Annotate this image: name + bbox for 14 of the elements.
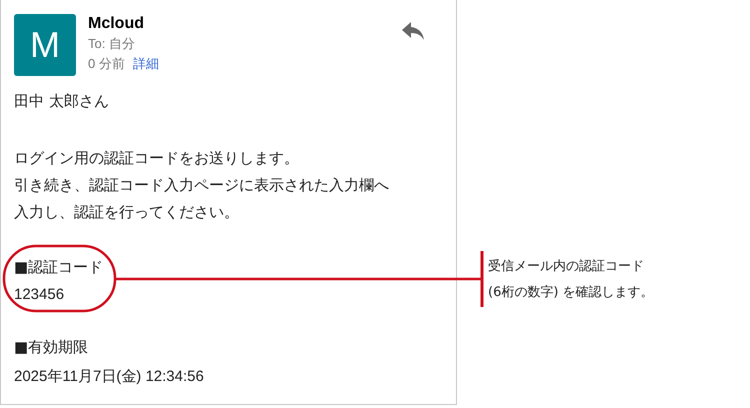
details-link[interactable]: 詳細 — [132, 54, 159, 74]
expiry-label: ■有効期限 — [14, 337, 88, 358]
verification-code: 123456 — [14, 285, 64, 305]
marker-bar — [480, 251, 484, 307]
message-paragraph: ログイン用の認証コードをお送りします。 引き続き、認証コード入力ページに表示された入力欄へ 入力し、認証を行ってください。 — [14, 148, 389, 223]
recipient-text: To: 自分 — [88, 35, 136, 53]
expiry-date: 2025年11月7日(金) 12:34:56 — [14, 367, 204, 387]
reply-icon[interactable] — [401, 22, 425, 42]
time-text: 0 分前 — [88, 55, 125, 73]
annotation-text: 受信メール内の認証コード (6桁の数字) を確認します。 — [488, 258, 654, 302]
code-label: ■認証コード — [14, 257, 104, 278]
sender-name: Mcloud — [88, 14, 144, 34]
sender-avatar: M — [14, 14, 76, 76]
greeting-text: 田中 太郎さん — [14, 91, 109, 112]
